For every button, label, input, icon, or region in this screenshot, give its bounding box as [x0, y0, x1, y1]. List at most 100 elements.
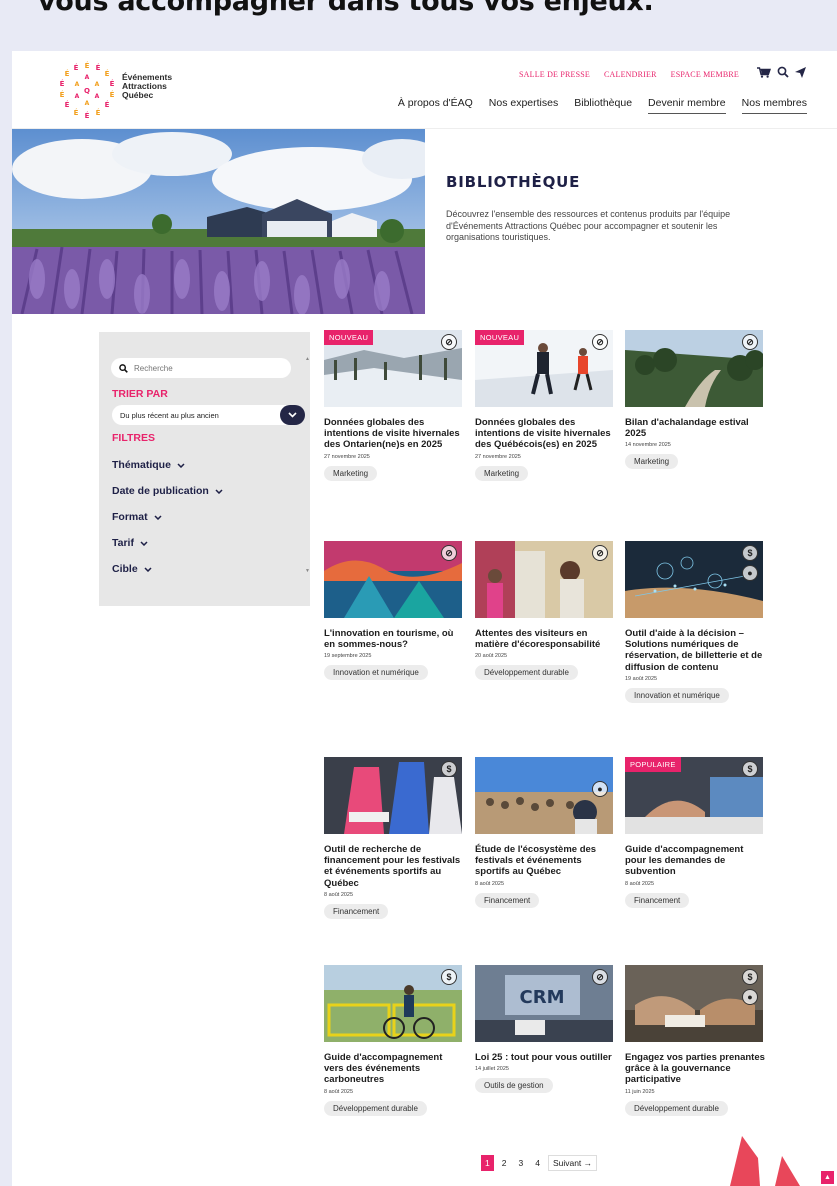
badge-nouveau: NOUVEAU: [475, 330, 525, 345]
page-1[interactable]: 1: [481, 1155, 494, 1171]
svg-text:É: É: [105, 69, 110, 78]
page-3[interactable]: 3: [514, 1155, 527, 1171]
card-title[interactable]: L'innovation en tourisme, où en sommes-n…: [324, 628, 464, 650]
card-title[interactable]: Guide d'accompagnement vers des événemen…: [324, 1052, 464, 1086]
card-date: 20 août 2025: [475, 653, 508, 660]
card-title[interactable]: Loi 25 : tout pour vous outiller: [475, 1052, 615, 1063]
paid-icon: $: [441, 761, 457, 777]
svg-text:É: É: [110, 90, 115, 99]
filter-date-publication[interactable]: Date de publication: [112, 485, 223, 497]
svg-text:É: É: [74, 108, 79, 117]
page-4[interactable]: 4: [531, 1155, 544, 1171]
page-description: Découvrez l'ensemble des ressources et c…: [446, 209, 731, 242]
svg-text:É: É: [65, 69, 70, 78]
pagination: 1 2 3 4 Suivant →: [481, 1155, 598, 1171]
card-tag[interactable]: Outils de gestion: [475, 1078, 553, 1094]
card-title[interactable]: Engagez vos parties prenantes grâce à la…: [625, 1052, 765, 1086]
filters-label: FILTRES: [112, 432, 155, 444]
card-title[interactable]: Guide d'accompagnement pour les demandes…: [625, 844, 765, 878]
resource-card[interactable]: ⊘ Attentes des visiteurs en matière d'éc…: [475, 541, 615, 681]
chevron-down-icon: [140, 540, 148, 546]
svg-text:É: É: [96, 108, 101, 117]
resource-card[interactable]: $ Outil de recherche de financement pour…: [324, 757, 464, 919]
resource-card[interactable]: ● Étude de l'écosystème des festivals et…: [475, 757, 615, 908]
card-tag[interactable]: Développement durable: [475, 665, 578, 681]
send-icon[interactable]: [795, 65, 806, 83]
eaq-logo[interactable]: É É É É É É É É É É É É É É A A A A A A: [56, 59, 118, 121]
card-tag[interactable]: Financement: [475, 892, 540, 908]
card-date: 19 août 2025: [625, 675, 658, 682]
card-date: 8 août 2025: [324, 1088, 354, 1095]
nav-calendrier[interactable]: CALENDRIER: [604, 70, 657, 79]
card-title[interactable]: Outil d'aide à la décision – Solutions n…: [625, 628, 765, 673]
card-tag[interactable]: Marketing: [625, 454, 679, 470]
resource-card[interactable]: $ ● Engagez vos parties prenantes grâce …: [625, 965, 765, 1116]
card-title[interactable]: Données globales des intentions de visit…: [475, 417, 615, 451]
card-image: $: [324, 965, 462, 1042]
nav-nos-expertises[interactable]: Nos expertises: [489, 97, 558, 114]
sort-dropdown-button[interactable]: [280, 405, 305, 425]
card-image: $: [324, 757, 462, 834]
resource-card[interactable]: POPULAIRE $ Guide d'accompagnement pour …: [625, 757, 765, 908]
filter-tarif[interactable]: Tarif: [112, 537, 148, 549]
card-tag[interactable]: Développement durable: [625, 1100, 728, 1116]
card-tag[interactable]: Innovation et numérique: [625, 687, 729, 703]
card-date: 8 août 2025: [324, 891, 354, 898]
card-tag[interactable]: Financement: [324, 903, 389, 919]
filter-cible[interactable]: Cible: [112, 563, 152, 575]
card-image: $ ●: [625, 541, 763, 618]
search-field[interactable]: [111, 358, 291, 378]
scroll-down-arrow[interactable]: ▼: [305, 568, 310, 574]
search-input[interactable]: [134, 363, 274, 373]
resource-card[interactable]: NOUVEAU ⊘ Données globales des intention…: [324, 330, 464, 481]
filter-format[interactable]: Format: [112, 511, 162, 523]
card-image: $ ●: [625, 965, 763, 1042]
nav-nos-membres[interactable]: Nos membres: [741, 97, 807, 114]
card-tag[interactable]: Marketing: [324, 465, 378, 481]
nav-salle-de-presse[interactable]: SALLE DE PRESSE: [519, 70, 590, 79]
card-tag[interactable]: Innovation et numérique: [324, 665, 428, 681]
hero-section: BIBLIOTHÈQUE Découvrez l'ensemble des re…: [12, 129, 837, 314]
svg-text:É: É: [96, 63, 101, 72]
svg-text:É: É: [60, 79, 65, 88]
card-date: 19 septembre 2025: [324, 653, 372, 660]
card-tag[interactable]: Développement durable: [324, 1100, 427, 1116]
chevron-down-icon: [177, 462, 185, 468]
annotation-arrow-icon: [730, 1136, 800, 1186]
back-to-top-button[interactable]: ▲: [821, 1171, 834, 1184]
resource-card[interactable]: $ ● Outil d'aide à la décision – Solutio…: [625, 541, 765, 703]
page-2[interactable]: 2: [498, 1155, 511, 1171]
card-date: 8 août 2025: [625, 880, 655, 887]
crm-text: CRM: [520, 987, 565, 1008]
sort-select[interactable]: Du plus récent au plus ancien: [112, 405, 305, 425]
resource-card[interactable]: ⊘ L'innovation en tourisme, où en sommes…: [324, 541, 464, 681]
resource-card[interactable]: CRM ⊘ Loi 25 : tout pour vous outiller 1…: [475, 965, 615, 1094]
card-title[interactable]: Bilan d'achalandage estival 2025: [625, 417, 765, 439]
scroll-up-arrow[interactable]: ▲: [305, 356, 310, 362]
card-title[interactable]: Attentes des visiteurs en matière d'écor…: [475, 628, 615, 650]
card-image: ⊘: [324, 541, 462, 618]
not-free-icon: ⊘: [592, 334, 608, 350]
resource-card[interactable]: $ Guide d'accompagnement vers des événem…: [324, 965, 464, 1116]
card-tag[interactable]: Marketing: [475, 465, 529, 481]
resource-card[interactable]: NOUVEAU ⊘ Données globales des intention…: [475, 330, 615, 481]
member-icon: ●: [592, 781, 608, 797]
card-title[interactable]: Outil de recherche de financement pour l…: [324, 844, 464, 889]
card-tag[interactable]: Financement: [625, 892, 690, 908]
chevron-down-icon: [288, 412, 297, 418]
sort-value: Du plus récent au plus ancien: [120, 410, 219, 420]
svg-text:É: É: [74, 63, 79, 72]
cart-icon[interactable]: [757, 65, 771, 83]
card-title[interactable]: Étude de l'écosystème des festivals et é…: [475, 844, 615, 878]
nav-devenir-membre[interactable]: Devenir membre: [648, 97, 726, 114]
nav-a-propos[interactable]: À propos d'ÉAQ: [398, 97, 473, 114]
next-page-link[interactable]: Suivant →: [547, 1155, 598, 1171]
nav-bibliotheque[interactable]: Bibliothèque: [574, 97, 632, 114]
card-title[interactable]: Données globales des intentions de visit…: [324, 417, 464, 451]
nav-espace-membre[interactable]: ESPACE MEMBRE: [671, 70, 739, 79]
site-header: É É É É É É É É É É É É É É A A A A A A: [12, 51, 837, 129]
resource-card[interactable]: ⊘ Bilan d'achalandage estival 2025 14 no…: [625, 330, 765, 470]
search-icon[interactable]: [777, 65, 789, 83]
filter-thematique[interactable]: Thématique: [112, 459, 185, 471]
card-image: NOUVEAU ⊘: [324, 330, 462, 407]
